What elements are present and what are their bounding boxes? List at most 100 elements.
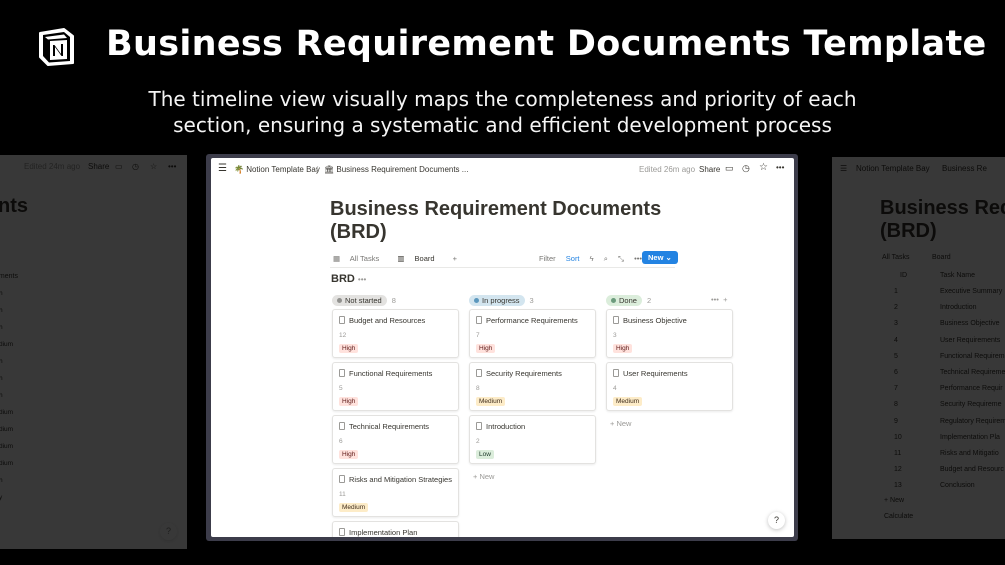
left-share-button[interactable]: Share [88, 162, 109, 171]
status-badge[interactable]: Not started [332, 295, 387, 306]
board-card[interactable]: Technical Requirements 6 High [332, 415, 459, 464]
right-calculate[interactable]: Calculate [884, 513, 913, 520]
card-title: User Requirements [613, 369, 688, 378]
table-row[interactable]: Introduction [940, 304, 977, 311]
table-row[interactable]: Executive Summary [940, 288, 1002, 295]
board-card[interactable]: Risks and Mitigation Strategies 11 Medium [332, 468, 459, 517]
table-row-id: 4 [894, 336, 898, 344]
card-number: 6 [339, 438, 343, 445]
more-icon[interactable]: ••• [776, 163, 784, 172]
right-view-board[interactable]: Board [932, 254, 951, 261]
automation-icon[interactable]: ϟ [590, 254, 594, 263]
table-row[interactable]: Performance Requir [940, 385, 1003, 392]
group-more-icon[interactable]: ••• [711, 295, 719, 304]
table-row-id: 9 [894, 417, 898, 425]
clock-icon[interactable]: ◷ [742, 163, 750, 174]
board-card[interactable]: Budget and Resources 12 High [332, 309, 459, 358]
add-card-button[interactable]: + New [610, 419, 631, 428]
right-breadcrumb-page[interactable]: Business Re [942, 164, 987, 173]
card-title-text: Implementation Plan [349, 528, 418, 537]
tab-all-tasks[interactable]: ▦ All Tasks [333, 254, 387, 263]
tab-board[interactable]: ▥ Board [397, 254, 443, 268]
table-row[interactable]: Implementation Pla [940, 434, 1000, 441]
breadcrumb-workspace[interactable]: 🌴 Notion Template Bay [234, 165, 320, 174]
left-help-button[interactable]: ? [160, 523, 177, 540]
add-view-button[interactable]: + [453, 254, 457, 263]
tab-all-tasks-label: All Tasks [349, 254, 380, 263]
database-title-label: BRD [331, 273, 355, 285]
right-breadcrumb-workspace[interactable]: Notion Template Bay [856, 164, 930, 173]
priority-tag: High [476, 344, 496, 353]
sort-button[interactable]: Sort [566, 254, 580, 263]
add-card-button[interactable]: + New [473, 472, 494, 481]
table-row[interactable]: Technical Requireme [940, 369, 1005, 376]
search-icon[interactable]: ⌕ [604, 254, 608, 263]
sidebar-menu-icon[interactable]: ☰ [218, 163, 227, 174]
status-label: In progress [482, 296, 520, 305]
priority-tag: h [0, 290, 3, 297]
clock-icon[interactable]: ◷ [132, 162, 139, 171]
priority-tag: High [339, 397, 359, 406]
board-card[interactable]: Business Objective 3 High [606, 309, 733, 358]
card-title-text: Risks and Mitigation Strategies [349, 475, 452, 484]
breadcrumb-page[interactable]: 🏛 Business Requirement Documents ... [324, 165, 468, 174]
table-row[interactable]: Conclusion [940, 482, 975, 489]
right-new-row[interactable]: + New [884, 497, 904, 504]
card-title: Introduction [476, 422, 525, 431]
priority-tag: High [339, 344, 359, 353]
share-button[interactable]: Share [699, 165, 720, 174]
status-badge[interactable]: Done [606, 295, 642, 306]
filter-button[interactable]: Filter [539, 254, 556, 263]
help-button[interactable]: ? [768, 512, 785, 529]
more-options-icon[interactable]: ••• [634, 254, 642, 263]
menu-icon[interactable]: ☰ [840, 164, 847, 173]
right-view-all-tasks[interactable]: All Tasks [882, 254, 910, 261]
page-icon [476, 422, 482, 430]
priority-tag: High [613, 344, 633, 353]
star-icon[interactable]: ☆ [759, 162, 768, 173]
board-card[interactable]: Performance Requirements 7 High [469, 309, 596, 358]
page-icon [339, 475, 345, 483]
group-header: Not started 8 [332, 295, 396, 306]
group-count: 3 [529, 296, 534, 305]
hero-title: Business Requirement Documents Template [106, 24, 987, 64]
card-title-text: Functional Requirements [349, 369, 433, 378]
table-row[interactable]: Risks and Mitigatio [940, 450, 999, 457]
board-card[interactable]: Functional Requirements 5 High [332, 362, 459, 411]
table-row-id: 7 [894, 385, 898, 393]
status-badge[interactable]: In progress [469, 295, 525, 306]
table-row[interactable]: Business Objective [940, 320, 1000, 327]
more-icon[interactable]: ••• [168, 162, 176, 171]
board-icon: ▥ [397, 254, 405, 263]
card-title-text: Technical Requirements [349, 422, 430, 431]
page-icon [339, 369, 345, 377]
card-title: Budget and Resources [339, 316, 425, 325]
card-title: Risks and Mitigation Strategies [339, 475, 452, 484]
priority-tag: dium [0, 460, 14, 467]
board-card[interactable]: Introduction 2 Low [469, 415, 596, 464]
expand-icon[interactable]: ⤡ [618, 254, 624, 263]
new-button[interactable]: New ⌄ [642, 251, 678, 264]
card-title-text: User Requirements [623, 369, 688, 378]
board-card[interactable]: Security Requirements 8 Medium [469, 362, 596, 411]
card-number: 4 [613, 385, 617, 392]
card-title: Business Objective [613, 316, 687, 325]
tab-board-label: Board [414, 254, 435, 263]
database-more-icon[interactable]: ••• [358, 275, 366, 284]
edited-label: Edited 26m ago [639, 165, 696, 174]
board-card[interactable]: Implementation Plan [332, 521, 459, 537]
table-row[interactable]: Regulatory Requirem [940, 418, 1005, 425]
comment-icon[interactable]: ▭ [725, 163, 734, 174]
group-add-icon[interactable]: + [723, 295, 727, 304]
table-row[interactable]: User Requirements [940, 337, 1000, 344]
comment-icon[interactable]: ▭ [115, 162, 123, 171]
table-row[interactable]: Security Requireme [940, 401, 1001, 408]
table-row[interactable]: Budget and Resourc [940, 466, 1004, 473]
right-column-id: ID [900, 272, 907, 279]
board-card[interactable]: User Requirements 4 Medium [606, 362, 733, 411]
group-header: Done 2 [606, 295, 651, 306]
table-row[interactable]: Functional Requireme [940, 353, 1005, 360]
hero-subtitle-line-1: The timeline view visually maps the comp… [148, 87, 857, 111]
star-icon[interactable]: ☆ [150, 162, 157, 171]
table-row-id: 10 [894, 433, 902, 441]
